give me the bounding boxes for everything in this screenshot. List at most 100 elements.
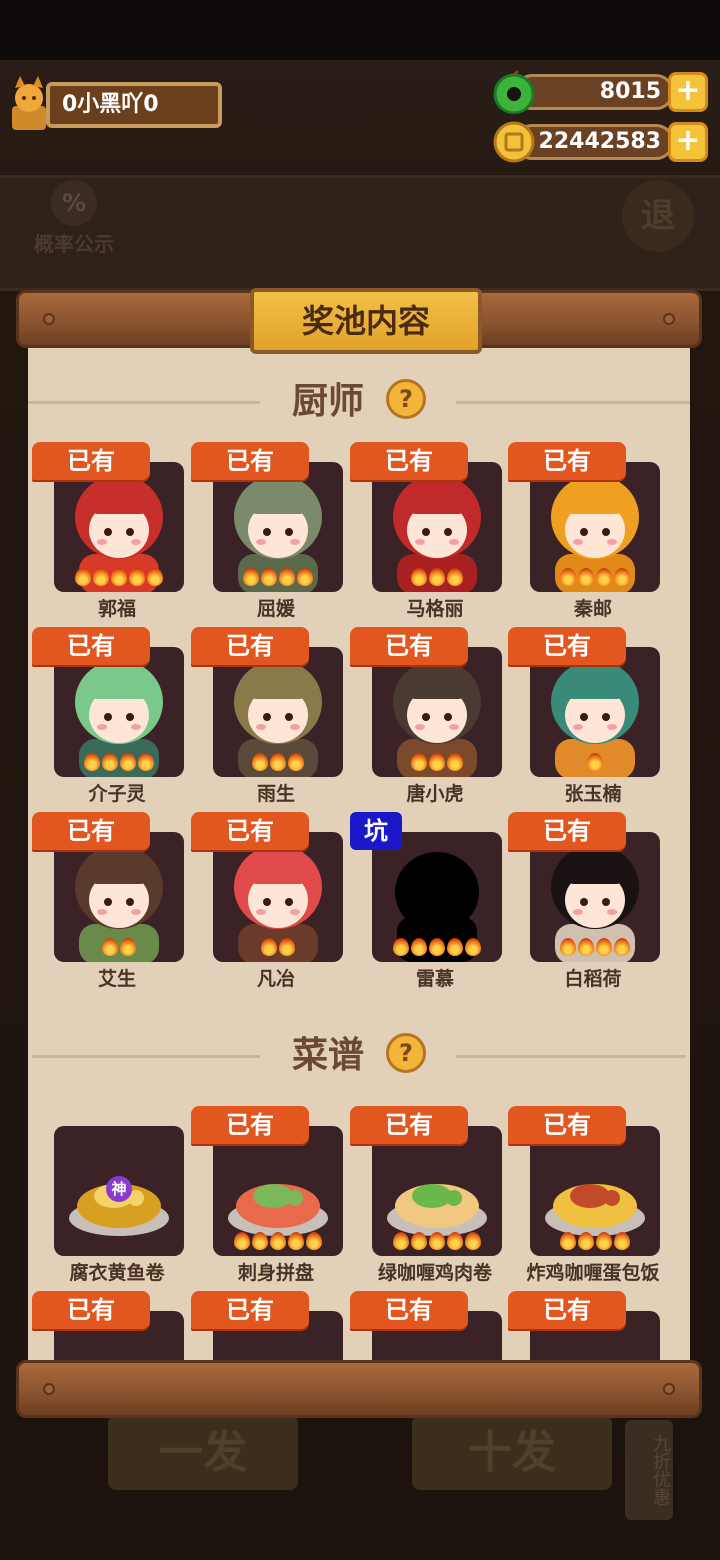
ten-draw-button: 十发 bbox=[412, 1415, 612, 1490]
flame-icon bbox=[596, 568, 612, 586]
owned-badge: 已有 bbox=[350, 627, 468, 665]
rarity-flames bbox=[530, 1232, 660, 1255]
chef-card[interactable]: 坑雷慕 bbox=[350, 812, 502, 990]
rarity-flames bbox=[372, 1232, 502, 1255]
owned-badge: 已有 bbox=[191, 442, 309, 480]
flame-icon bbox=[252, 753, 268, 771]
rarity-flames bbox=[530, 753, 660, 776]
owned-badge: 已有 bbox=[350, 1291, 468, 1329]
flame-icon bbox=[288, 753, 304, 771]
flame-icon bbox=[465, 1232, 481, 1250]
rarity-tag: 神 bbox=[106, 1176, 132, 1202]
recipe-card[interactable]: 已有 炸鸡咖喱蛋包饭 bbox=[508, 1106, 660, 1284]
flame-icon bbox=[270, 753, 286, 771]
flame-icon bbox=[279, 938, 295, 956]
chef-card[interactable]: 已有 介子灵 bbox=[32, 627, 184, 805]
owned-badge: 已有 bbox=[32, 1291, 150, 1329]
player-name: 0小黑吖0 bbox=[46, 82, 222, 128]
help-icon[interactable]: ? bbox=[386, 379, 426, 419]
scroll-bottom-rod[interactable] bbox=[16, 1360, 702, 1418]
chef-card[interactable]: 已有 雨生 bbox=[191, 627, 343, 805]
flame-icon bbox=[560, 568, 576, 586]
chef-card[interactable]: 已有 唐小虎 bbox=[350, 627, 502, 805]
flame-icon bbox=[288, 1232, 304, 1250]
rarity-flames bbox=[213, 938, 343, 961]
flame-icon bbox=[429, 753, 445, 771]
owned-badge: 已有 bbox=[32, 812, 150, 850]
rarity-flames bbox=[54, 938, 184, 961]
recipe-card[interactable]: 已有 bbox=[508, 1291, 660, 1360]
jade-coin-icon bbox=[493, 70, 535, 114]
owned-badge: 已有 bbox=[508, 812, 626, 850]
player-info[interactable]: 0小黑吖0 bbox=[6, 72, 222, 136]
flame-icon bbox=[102, 753, 118, 771]
flame-icon bbox=[84, 753, 100, 771]
flame-icon bbox=[393, 938, 409, 956]
flame-icon bbox=[297, 568, 313, 586]
flame-icon bbox=[614, 568, 630, 586]
owned-badge: 已有 bbox=[508, 442, 626, 480]
flame-icon bbox=[578, 938, 594, 956]
rarity-flames bbox=[213, 1232, 343, 1255]
flame-icon bbox=[234, 1232, 250, 1250]
flame-icon bbox=[596, 938, 612, 956]
flame-icon bbox=[429, 1232, 445, 1250]
panel-title: 奖池内容 bbox=[250, 288, 482, 354]
flame-icon bbox=[306, 1232, 322, 1250]
flame-icon bbox=[596, 1232, 612, 1250]
owned-badge: 已有 bbox=[508, 1106, 626, 1144]
chef-card[interactable]: 已有 马格丽 bbox=[350, 442, 502, 620]
owned-badge: 已有 bbox=[191, 812, 309, 850]
back-button: 退 bbox=[622, 180, 694, 252]
probability-label: 概率公示 bbox=[34, 232, 114, 256]
owned-badge: 已有 bbox=[32, 442, 150, 480]
rarity-flames bbox=[54, 753, 184, 776]
flame-icon bbox=[429, 568, 445, 586]
flame-icon bbox=[429, 938, 445, 956]
flame-icon bbox=[578, 568, 594, 586]
owned-badge: 已有 bbox=[191, 1106, 309, 1144]
help-icon[interactable]: ? bbox=[386, 1033, 426, 1073]
rarity-flames bbox=[213, 753, 343, 776]
flame-icon bbox=[447, 1232, 463, 1250]
flame-icon bbox=[411, 1232, 427, 1250]
owned-badge: 已有 bbox=[32, 627, 150, 665]
recipe-card[interactable]: 已有 bbox=[32, 1291, 184, 1360]
recipe-card[interactable]: 已有 bbox=[350, 1291, 502, 1360]
recipe-card[interactable]: 已有 绿咖喱鸡肉卷 bbox=[350, 1106, 502, 1284]
recipe-section-title: 菜谱 bbox=[291, 1035, 364, 1076]
flame-icon bbox=[120, 753, 136, 771]
rarity-flames bbox=[372, 938, 502, 961]
recipe-card[interactable]: 已有 刺身拼盘 bbox=[191, 1106, 343, 1284]
chef-card[interactable]: 已有 郭福 bbox=[32, 442, 184, 620]
flame-icon bbox=[447, 568, 463, 586]
flame-icon bbox=[393, 1232, 409, 1250]
add-gold-button[interactable]: + bbox=[668, 122, 708, 162]
flame-icon bbox=[411, 568, 427, 586]
chef-card[interactable]: 已有 秦邮 bbox=[508, 442, 660, 620]
flame-icon bbox=[111, 568, 127, 586]
flame-icon bbox=[129, 568, 145, 586]
flame-icon bbox=[447, 753, 463, 771]
chef-name: 张玉楠 bbox=[564, 783, 622, 805]
gold-coin-icon bbox=[493, 121, 535, 163]
flame-icon bbox=[147, 568, 163, 586]
flame-icon bbox=[578, 1232, 594, 1250]
flame-icon bbox=[279, 568, 295, 586]
add-jade-button[interactable]: + bbox=[668, 72, 708, 112]
recipe-card[interactable]: 神腐衣黄鱼卷 bbox=[42, 1106, 184, 1284]
rarity-flames bbox=[213, 568, 343, 591]
chef-card[interactable]: 已有 张玉楠 bbox=[508, 627, 660, 805]
flame-icon bbox=[560, 938, 576, 956]
chef-card[interactable]: 已有 屈媛 bbox=[191, 442, 343, 620]
owned-badge: 已有 bbox=[350, 442, 468, 480]
chef-card[interactable]: 已有 白稻荷 bbox=[508, 812, 660, 990]
chef-card[interactable]: 已有 凡冶 bbox=[191, 812, 343, 990]
recipe-card[interactable]: 已有 bbox=[191, 1291, 343, 1360]
flame-icon bbox=[614, 1232, 630, 1250]
flame-icon bbox=[120, 938, 136, 956]
flame-icon bbox=[243, 568, 259, 586]
flame-icon bbox=[587, 753, 603, 771]
discount-tag: 九折优惠 bbox=[625, 1420, 673, 1520]
chef-card[interactable]: 已有 艾生 bbox=[32, 812, 184, 990]
